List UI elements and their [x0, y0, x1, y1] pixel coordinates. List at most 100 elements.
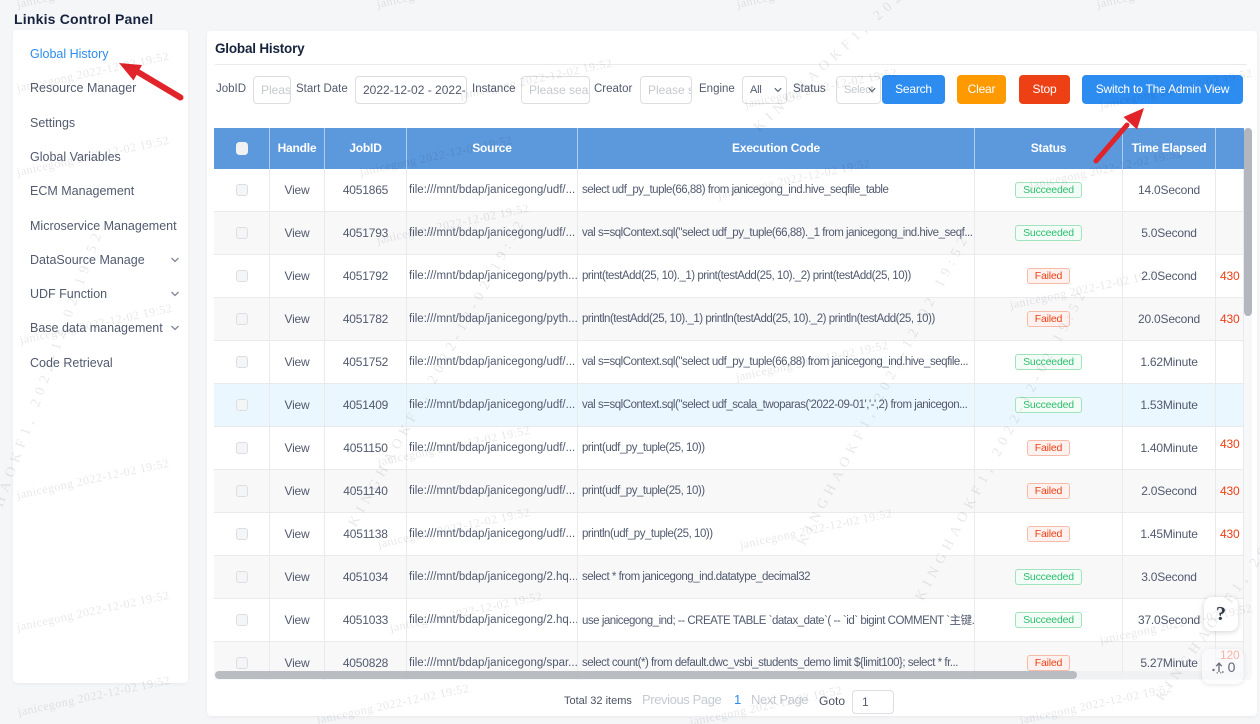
checkbox-cell[interactable]	[214, 470, 270, 513]
date-range-input[interactable]: 2022-12-02 - 2022-1	[355, 76, 467, 104]
row-checkbox[interactable]	[236, 184, 248, 196]
sidebar-item-global-variables[interactable]: Global Variables	[30, 140, 182, 174]
sidebar-item-global-history[interactable]: Global History	[30, 37, 182, 71]
status-badge: Succeeded	[1015, 354, 1082, 370]
execution-code-cell: val s=sqlContext.sql("select udf_py_tupl…	[578, 341, 975, 384]
status-select[interactable]: Select	[836, 76, 881, 104]
checkbox-cell[interactable]	[214, 255, 270, 298]
table-row[interactable]: View4051138file:///mnt/bdap/janicegong/u…	[214, 513, 1244, 556]
pagination-next[interactable]: Next Page	[751, 692, 808, 707]
sidebar-item-code-retrieval[interactable]: Code Retrieval	[30, 346, 182, 380]
row-checkbox[interactable]	[236, 442, 248, 454]
horizontal-scrollbar-thumb[interactable]	[215, 671, 1077, 679]
table-row[interactable]: View4051865file:///mnt/bdap/janicegong/u…	[214, 169, 1244, 212]
view-link[interactable]: View	[270, 427, 325, 470]
jobid-input[interactable]: Pleas	[253, 76, 291, 104]
time-elapsed-cell: 1.53Minute	[1123, 384, 1216, 427]
table-row[interactable]: View4051792file:///mnt/bdap/janicegong/p…	[214, 255, 1244, 298]
source-cell: file:///mnt/bdap/janicegong/2.hq...	[407, 556, 578, 599]
table-row[interactable]: View4051140file:///mnt/bdap/janicegong/u…	[214, 470, 1244, 513]
row-checkbox[interactable]	[236, 227, 248, 239]
checkbox-cell[interactable]	[214, 599, 270, 642]
checkbox-cell[interactable]	[214, 212, 270, 255]
sidebar-item-base-data-management[interactable]: Base data management	[30, 311, 182, 345]
search-button[interactable]: Search	[882, 75, 945, 104]
table-row[interactable]: View4051793file:///mnt/bdap/janicegong/u…	[214, 212, 1244, 255]
sidebar-item-label: Global Variables	[30, 150, 121, 164]
view-link[interactable]: View	[270, 255, 325, 298]
checkbox-cell[interactable]	[214, 169, 270, 212]
sidebar-item-microservice-management[interactable]: Microservice Management	[30, 209, 182, 243]
table-row[interactable]: View4051033file:///mnt/bdap/janicegong/2…	[214, 599, 1244, 642]
table-row[interactable]: View4051752file:///mnt/bdap/janicegong/u…	[214, 341, 1244, 384]
row-checkbox[interactable]	[236, 270, 248, 282]
source-cell: file:///mnt/bdap/janicegong/udf/...	[407, 513, 578, 556]
scroll-counter-widget[interactable]: 0	[1202, 649, 1244, 684]
row-checkbox[interactable]	[236, 485, 248, 497]
view-link[interactable]: View	[270, 384, 325, 427]
instance-input[interactable]: Please sea	[521, 76, 590, 104]
table-row[interactable]: View4051409file:///mnt/bdap/janicegong/u…	[214, 384, 1244, 427]
time-elapsed-cell: 5.0Second	[1123, 212, 1216, 255]
chevron-down-icon	[169, 288, 181, 300]
error-code-cell	[1216, 556, 1244, 599]
view-link[interactable]: View	[270, 341, 325, 384]
sidebar-item-label: Global History	[30, 47, 109, 61]
view-link[interactable]: View	[270, 513, 325, 556]
execution-code-cell: println(testAdd(25, 10)._1) println(test…	[578, 298, 975, 341]
view-link[interactable]: View	[270, 556, 325, 599]
stop-button[interactable]: Stop	[1019, 75, 1070, 104]
time-elapsed-cell: 2.0Second	[1123, 255, 1216, 298]
title-divider	[215, 64, 1247, 65]
view-link[interactable]: View	[270, 212, 325, 255]
pagination-page-1[interactable]: 1	[734, 692, 741, 707]
sidebar-item-ecm-management[interactable]: ECM Management	[30, 174, 182, 208]
view-link[interactable]: View	[270, 470, 325, 513]
checkbox-cell[interactable]	[214, 513, 270, 556]
view-link[interactable]: View	[270, 599, 325, 642]
status-badge: Succeeded	[1015, 397, 1082, 413]
checkbox-cell[interactable]	[214, 341, 270, 384]
table-row[interactable]: View4051150file:///mnt/bdap/janicegong/u…	[214, 427, 1244, 470]
header-checkbox-cell[interactable]	[214, 128, 270, 169]
view-link[interactable]: View	[270, 169, 325, 212]
goto-page-input[interactable]: 1	[852, 690, 894, 714]
status-badge: Failed	[1027, 526, 1070, 542]
row-checkbox[interactable]	[236, 657, 248, 669]
row-checkbox[interactable]	[236, 399, 248, 411]
row-checkbox[interactable]	[236, 614, 248, 626]
sidebar-item-resource-manager[interactable]: Resource Manager	[30, 71, 182, 105]
row-checkbox[interactable]	[236, 528, 248, 540]
table-row[interactable]: View4051034file:///mnt/bdap/janicegong/2…	[214, 556, 1244, 599]
creator-input[interactable]: Please s	[640, 76, 692, 104]
execution-code-cell: val s=sqlContext.sql("select udf_scala_t…	[578, 384, 975, 427]
switch-admin-view-button[interactable]: Switch to The Admin View	[1082, 75, 1243, 104]
source-cell: file:///mnt/bdap/janicegong/udf/...	[407, 384, 578, 427]
engine-select[interactable]: All	[742, 76, 787, 104]
select-all-checkbox[interactable]	[236, 142, 248, 155]
sidebar-item-datasource-manage[interactable]: DataSource Manage	[30, 243, 182, 277]
pagination-previous[interactable]: Previous Page	[642, 692, 721, 707]
row-checkbox[interactable]	[236, 571, 248, 583]
checkbox-cell[interactable]	[214, 384, 270, 427]
sidebar-item-udf-function[interactable]: UDF Function	[30, 277, 182, 311]
job-table: HandleJobIDSourceExecution CodeStatusTim…	[214, 128, 1244, 680]
sidebar-item-settings[interactable]: Settings	[30, 106, 182, 140]
vertical-scrollbar-thumb[interactable]	[1244, 128, 1252, 316]
sidebar-item-label: Resource Manager	[30, 81, 136, 95]
clear-button[interactable]: Clear	[957, 75, 1006, 104]
checkbox-cell[interactable]	[214, 556, 270, 599]
horizontal-scrollbar[interactable]	[215, 671, 1243, 679]
row-checkbox[interactable]	[236, 356, 248, 368]
table-row[interactable]: View4051782file:///mnt/bdap/janicegong/p…	[214, 298, 1244, 341]
sidebar-item-label: Microservice Management	[30, 219, 177, 233]
checkbox-cell[interactable]	[214, 298, 270, 341]
row-checkbox[interactable]	[236, 313, 248, 325]
column-header: Execution Code	[578, 128, 975, 169]
help-button[interactable]: ?	[1204, 597, 1238, 631]
checkbox-cell[interactable]	[214, 427, 270, 470]
sidebar-item-label: Base data management	[30, 321, 163, 335]
status-cell: Succeeded	[975, 341, 1123, 384]
view-link[interactable]: View	[270, 298, 325, 341]
vertical-scrollbar[interactable]	[1244, 128, 1252, 680]
